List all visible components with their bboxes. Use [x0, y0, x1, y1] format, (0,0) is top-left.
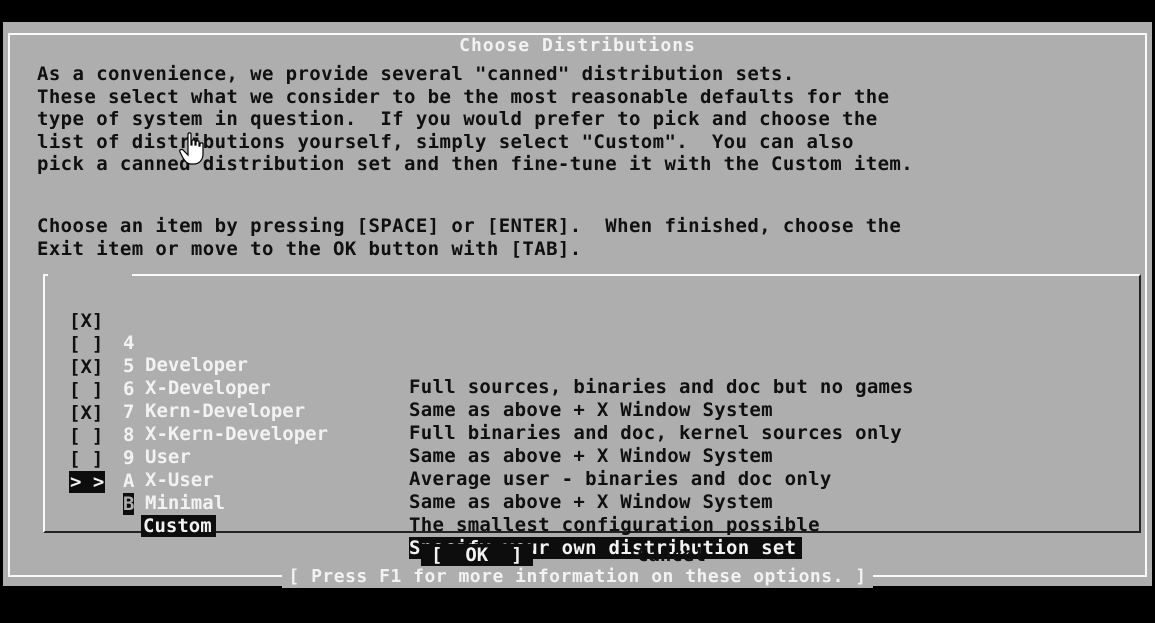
intro-line: As a convenience, we provide several "ca…	[37, 63, 795, 85]
item-description: Full sources, binaries and doc but no ga…	[409, 376, 914, 398]
help-hint: [ Press F1 for more information on these…	[282, 566, 873, 588]
choose-distributions-dialog: Choose Distributions As a convenience, w…	[3, 22, 1152, 588]
selection-marker[interactable]: > >	[69, 471, 106, 493]
list-item-x-user[interactable]: [ ] 9 X-User Same as above + X Window Sy…	[69, 403, 773, 513]
list-item-x-kern-developer[interactable]: [ ] 7 X-Kern-Developer Same as above + X…	[69, 357, 773, 467]
list-item-custom[interactable]: > > B Custom Specify your own distributi…	[69, 449, 803, 559]
intro-line: pick a canned distribution set and then …	[37, 153, 914, 176]
terminal-screen: Choose Distributions As a convenience, w…	[0, 0, 1155, 623]
ok-button[interactable]: [ OK ]	[421, 544, 533, 567]
instruction-text: Choose an item by pressing [SPACE] or [E…	[37, 215, 901, 260]
instruction-line: Exit item or move to the OK button with …	[37, 237, 582, 260]
list-item-x-developer[interactable]: [ ] 5 X-Developer Same as above + X Wind…	[69, 311, 773, 421]
dialog-title: Choose Distributions	[449, 35, 706, 57]
list-item-kern-developer[interactable]: [X] 6 Kern-Developer Full binaries and d…	[69, 334, 902, 444]
item-name: Custom	[141, 515, 216, 537]
item-description: Same as above + X Window System	[409, 399, 773, 421]
item-description: The smallest configuration possible	[409, 514, 820, 536]
list-scroll-indicator	[48, 270, 132, 280]
item-name: Developer	[145, 354, 248, 376]
item-name: X-Developer	[145, 377, 271, 399]
item-description: Average user - binaries and doc only	[409, 468, 832, 490]
list-item-developer[interactable]: [X] 4 Developer Full sources, binaries a…	[69, 288, 913, 398]
help-footer: [ Press F1 for more information on these…	[3, 566, 1152, 588]
item-description: Full binaries and doc, kernel sources on…	[409, 422, 903, 444]
intro-line: These select what we consider to be the …	[37, 85, 890, 108]
item-hotkey: B	[123, 493, 135, 515]
intro-text: As a convenience, we provide several "ca…	[37, 63, 913, 176]
item-name: X-Kern-Developer	[145, 423, 329, 445]
item-description: Same as above + X Window System	[409, 445, 773, 467]
cancel-button[interactable]: Cancel	[637, 544, 706, 567]
item-name: Kern-Developer	[145, 400, 306, 422]
instruction-line: Choose an item by pressing [SPACE] or [E…	[37, 215, 902, 237]
item-name: X-User	[145, 469, 214, 491]
intro-line: type of system in question. If you would…	[37, 108, 878, 131]
selection-marker-text: > >	[69, 471, 106, 493]
item-description: Same as above + X Window System	[409, 491, 773, 513]
intro-line: list of distributions yourself, simply s…	[37, 130, 854, 153]
dialog-title-bar: Choose Distributions	[10, 35, 1145, 57]
list-item-minimal[interactable]: [ ] A Minimal The smallest configuration…	[69, 426, 820, 536]
list-item-user[interactable]: [X] 8 User Average user - binaries and d…	[69, 380, 831, 490]
item-name: Minimal	[145, 492, 226, 514]
button-bar: [ OK ] Cancel	[3, 544, 1152, 568]
item-name: User	[145, 446, 191, 468]
hand-cursor-icon	[179, 132, 204, 165]
